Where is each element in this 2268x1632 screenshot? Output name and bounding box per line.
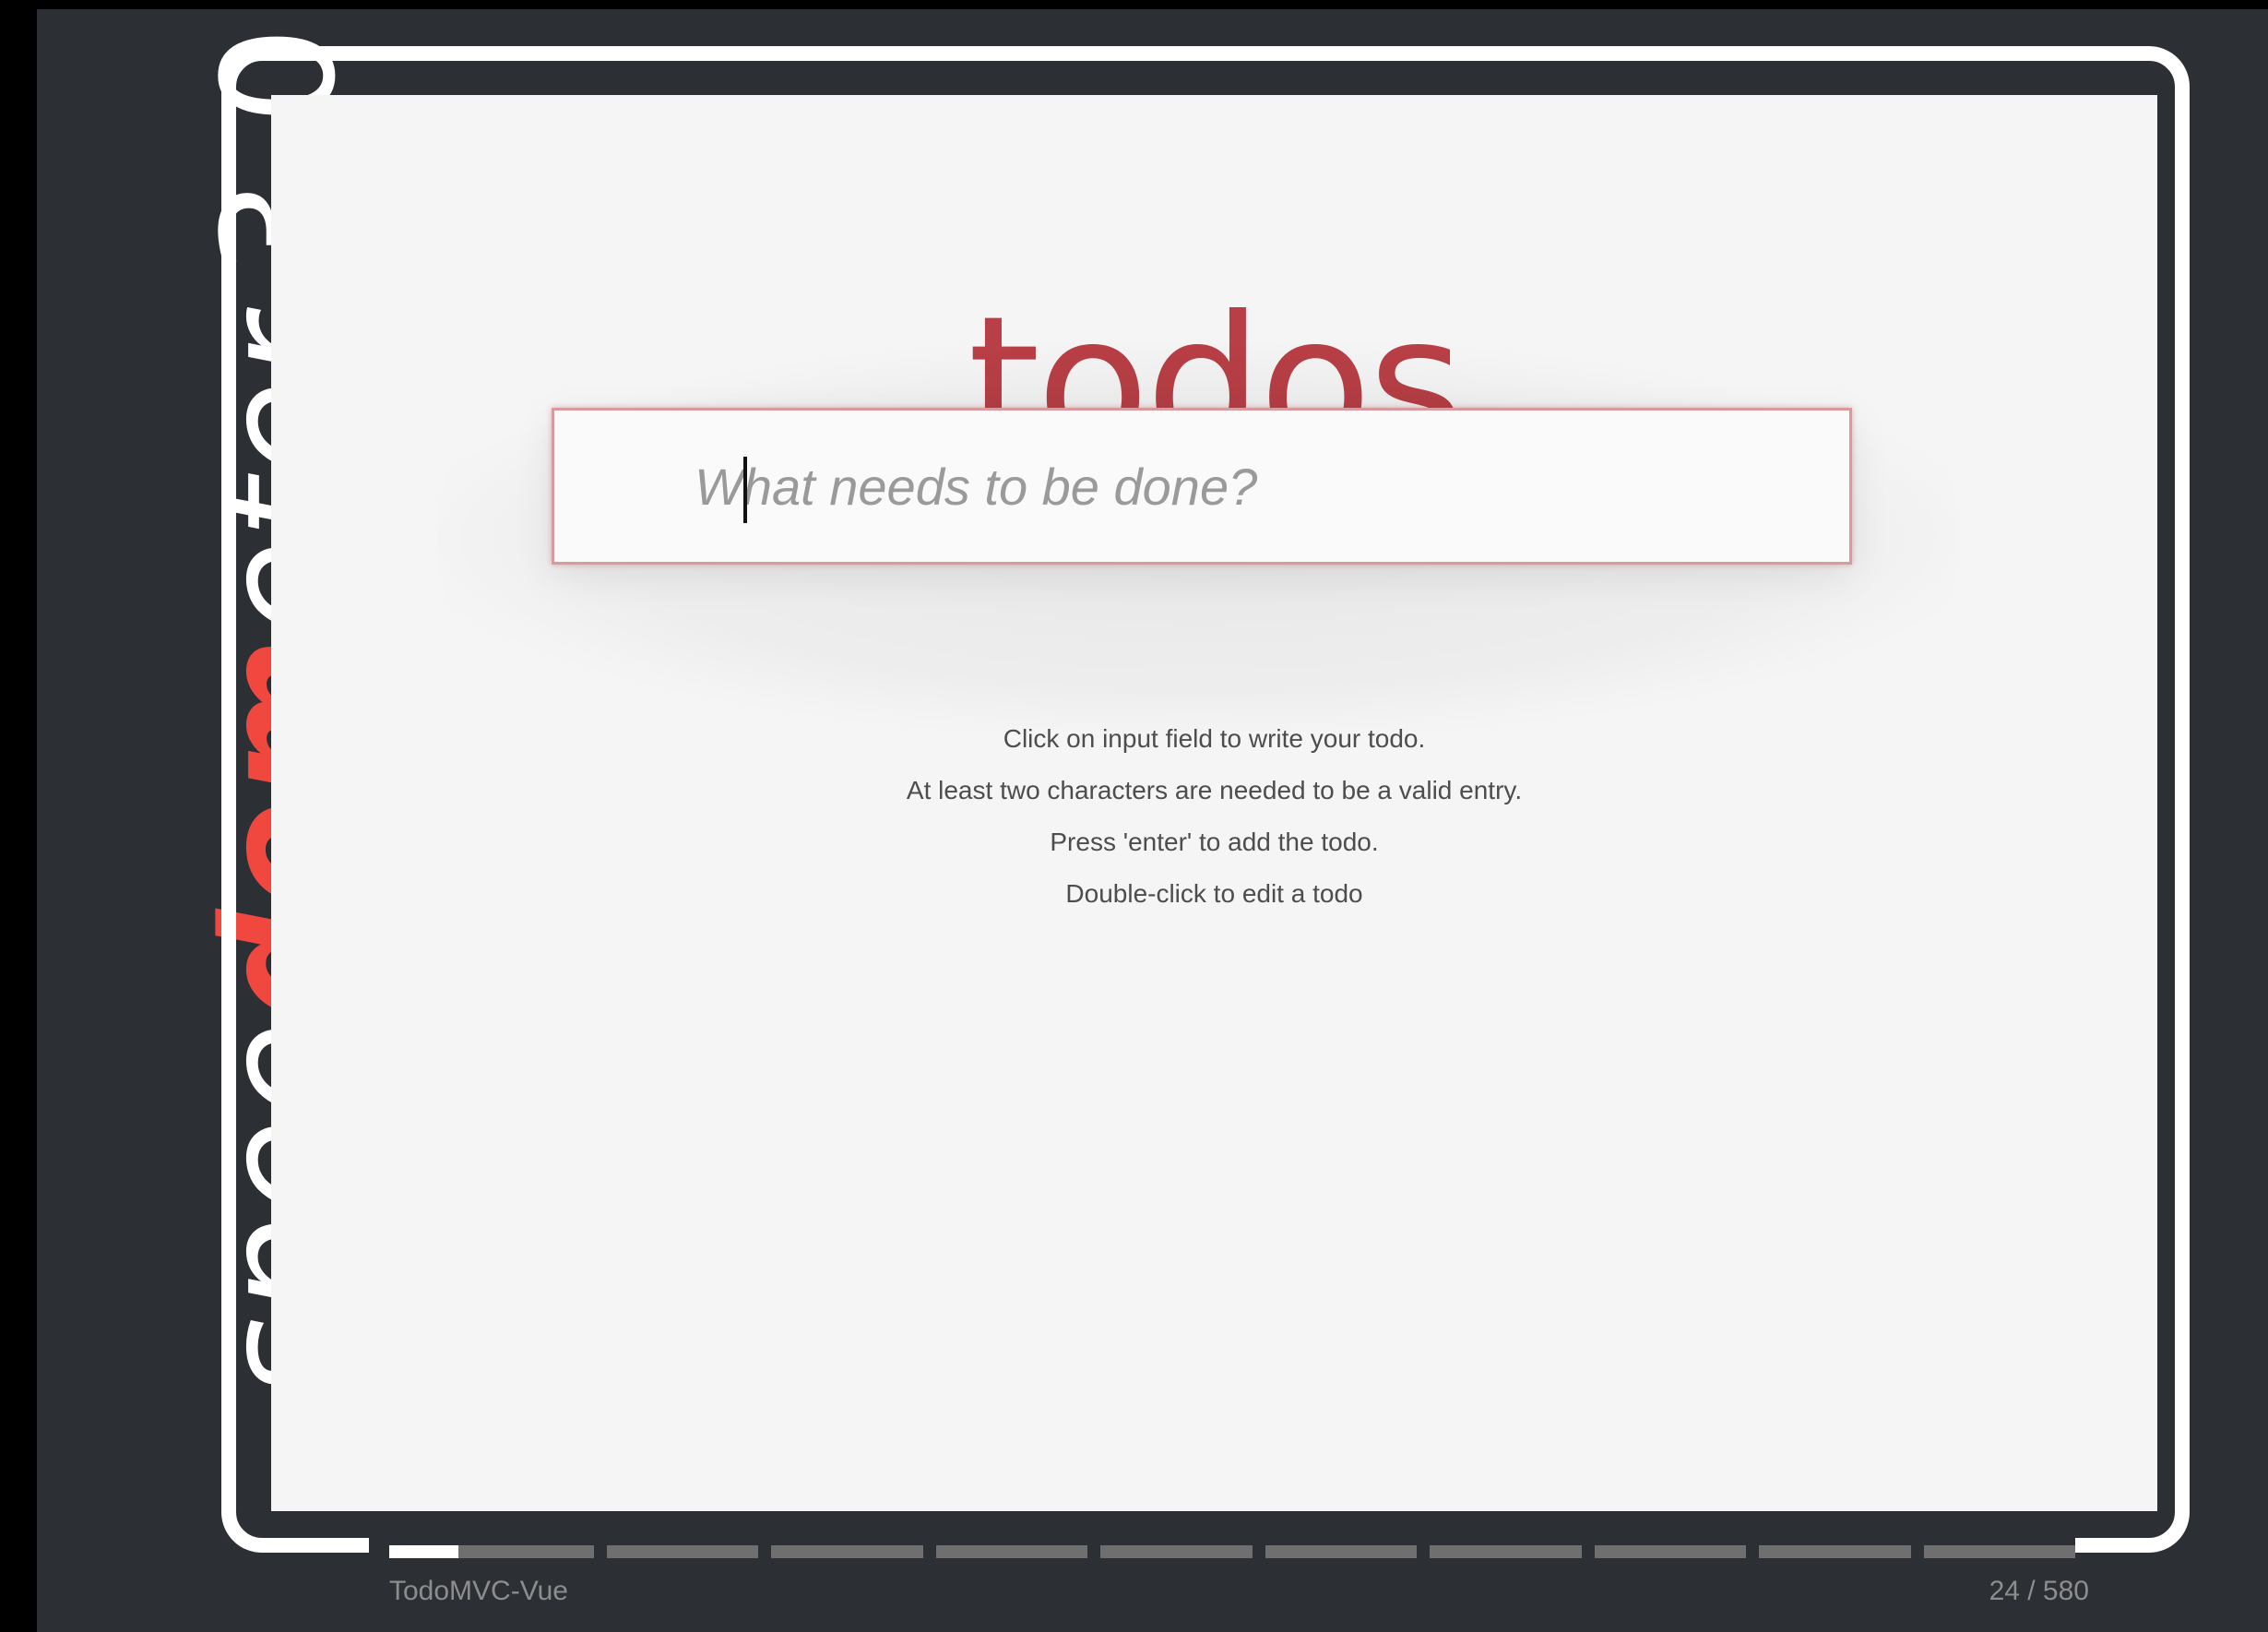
instruction-line: Press 'enter' to add the todo. <box>1050 828 1379 856</box>
benchmark-progress-bar <box>389 1545 2075 1558</box>
progress-segment <box>1430 1545 1582 1558</box>
instructions: Click on input field to write your todo.… <box>271 713 2157 920</box>
text-caret <box>743 457 747 523</box>
progress-segment <box>389 1545 594 1558</box>
progress-segment-fill <box>389 1545 458 1558</box>
instruction-line: At least two characters are needed to be… <box>906 776 1523 804</box>
progress-counter: 24 / 580 <box>1989 1576 2089 1606</box>
progress-segment <box>1594 1545 1747 1558</box>
instruction-line: Click on input field to write your todo. <box>1003 724 1426 753</box>
suite-name-label: TodoMVC-Vue <box>389 1576 568 1606</box>
progress-segment <box>1759 1545 1911 1558</box>
progress-segment <box>771 1545 923 1558</box>
progress-segment <box>935 1545 1088 1558</box>
progress-segment <box>1923 1545 2075 1558</box>
progress-segment <box>1100 1545 1253 1558</box>
progress-segment <box>1265 1545 1418 1558</box>
instruction-line: Double-click to edit a todo <box>1065 879 1363 908</box>
todomvc-app: todos Click on input field to write your… <box>271 95 2157 1511</box>
progress-segment <box>607 1545 759 1558</box>
